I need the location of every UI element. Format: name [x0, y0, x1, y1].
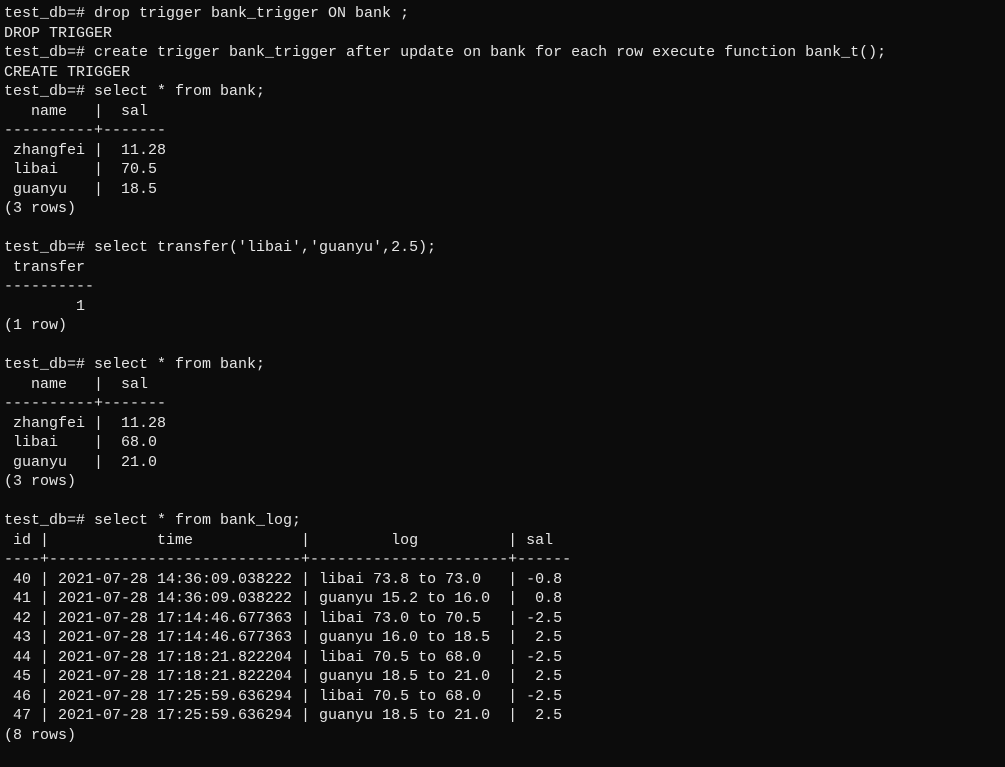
terminal-output[interactable]: test_db=# drop trigger bank_trigger ON b… — [0, 0, 1005, 749]
